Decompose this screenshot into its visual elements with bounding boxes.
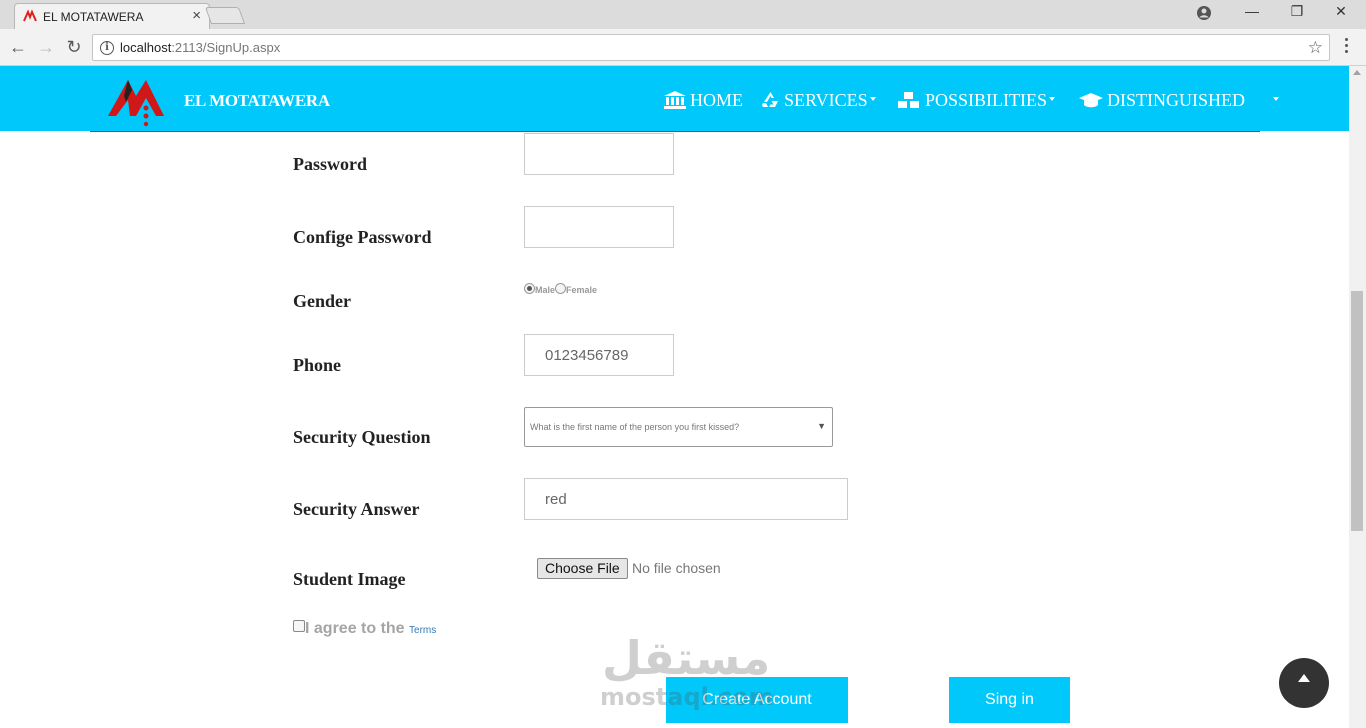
- url-text: localhost:2113/SignUp.aspx: [120, 40, 280, 55]
- nav-distinguished[interactable]: DISTINGUISHED: [1079, 90, 1245, 111]
- security-question-select[interactable]: What is the first name of the person you…: [524, 407, 833, 447]
- back-to-top-button[interactable]: [1279, 658, 1329, 708]
- nav-home-label: HOME: [690, 90, 743, 110]
- chevron-down-icon: [1049, 97, 1056, 101]
- confirm-password-field[interactable]: [524, 206, 674, 248]
- forward-arrow-icon[interactable]: →: [36, 37, 56, 57]
- tab-title: EL MOTATAWERA: [43, 10, 144, 24]
- browser-menu-icon[interactable]: [1344, 38, 1350, 58]
- site-favicon-icon: [23, 9, 37, 22]
- gender-female-radio[interactable]: [555, 283, 567, 294]
- browser-toolbar: ← → ↻ i localhost:2113/SignUp.aspx ☆: [0, 29, 1366, 66]
- gender-label: Gender: [293, 291, 351, 311]
- info-icon[interactable]: i: [100, 41, 114, 55]
- brand-name[interactable]: EL MOTATAWERA: [184, 91, 330, 111]
- gender-radio-group: Male Female: [524, 283, 597, 295]
- nav-services[interactable]: SERVICES: [761, 90, 876, 111]
- dropdown-arrow-icon: ▼: [817, 421, 826, 431]
- security-question-label: Security Question: [293, 427, 431, 447]
- terms-row: I agree to the Terms: [293, 620, 436, 638]
- close-window-button[interactable]: ✕: [1318, 3, 1364, 25]
- site-navbar: EL MOTATAWERA HOME SERVICES POSSIBILITIE…: [0, 66, 1349, 131]
- url-path: :2113/SignUp.aspx: [171, 40, 281, 55]
- page-viewport: EL MOTATAWERA HOME SERVICES POSSIBILITIE…: [0, 66, 1349, 728]
- security-answer-label: Security Answer: [293, 499, 420, 519]
- choose-file-button[interactable]: Choose File: [537, 558, 628, 579]
- profile-icon[interactable]: [1196, 5, 1212, 21]
- phone-label: Phone: [293, 355, 342, 375]
- browser-tab[interactable]: EL MOTATAWERA ×: [14, 3, 210, 29]
- chevron-down-icon: [869, 97, 876, 101]
- address-bar[interactable]: i localhost:2113/SignUp.aspx ☆: [92, 34, 1330, 61]
- nav-services-label: SERVICES: [784, 90, 868, 110]
- confirm-password-label: Confige Password: [293, 227, 432, 247]
- recycle-icon: [762, 92, 778, 107]
- chevron-down-icon[interactable]: [1273, 97, 1279, 101]
- star-icon[interactable]: ☆: [1308, 38, 1323, 58]
- reload-icon[interactable]: ↻: [64, 37, 84, 57]
- graduation-cap-icon: [1079, 93, 1103, 108]
- url-host: localhost: [120, 40, 172, 55]
- cubes-icon: [898, 92, 919, 108]
- browser-tab-bar: EL MOTATAWERA × — ❐ ✕: [0, 0, 1366, 29]
- bank-icon: [664, 91, 686, 109]
- brand-logo-icon[interactable]: [106, 72, 186, 128]
- terms-link[interactable]: Terms: [409, 625, 436, 636]
- create-account-button[interactable]: Create Account: [666, 677, 848, 723]
- nav-possibilities[interactable]: POSSIBILITIES: [897, 90, 1056, 111]
- restore-button[interactable]: ❐: [1274, 3, 1320, 25]
- security-answer-field[interactable]: [524, 478, 848, 520]
- file-status-text: No file chosen: [632, 560, 721, 576]
- scroll-up-arrow-icon[interactable]: [1353, 70, 1361, 75]
- page-scrollbar[interactable]: [1349, 66, 1366, 728]
- nav-distinguished-label: DISTINGUISHED: [1107, 90, 1245, 110]
- gender-male-radio[interactable]: [524, 283, 535, 294]
- arrow-up-icon: [1298, 674, 1310, 682]
- minimize-button[interactable]: —: [1229, 3, 1275, 25]
- new-tab-button[interactable]: [204, 7, 246, 24]
- sign-in-button[interactable]: Sing in: [949, 677, 1070, 723]
- back-arrow-icon[interactable]: ←: [8, 37, 28, 57]
- agree-checkbox[interactable]: [293, 620, 305, 632]
- password-label: Password: [293, 154, 368, 174]
- close-tab-icon[interactable]: ×: [192, 7, 201, 24]
- password-field[interactable]: [524, 133, 674, 175]
- security-question-value: What is the first name of the person you…: [530, 422, 740, 432]
- navbar-divider: [90, 131, 1260, 132]
- gender-male-label: Male: [535, 285, 556, 295]
- scroll-thumb[interactable]: [1351, 291, 1363, 531]
- nav-possibilities-label: POSSIBILITIES: [925, 90, 1048, 110]
- student-image-label: Student Image: [293, 569, 406, 589]
- phone-field[interactable]: [524, 334, 674, 376]
- nav-home[interactable]: HOME: [664, 90, 743, 111]
- agree-text: I agree to the: [305, 620, 405, 637]
- gender-female-label: Female: [566, 285, 598, 295]
